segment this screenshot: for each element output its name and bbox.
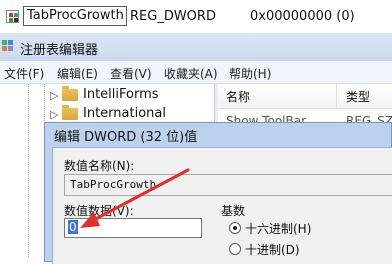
radio-unchecked-icon xyxy=(229,243,241,255)
reg-dword-icon xyxy=(6,10,19,23)
value-name-rename-field[interactable]: TabProcGrowth xyxy=(23,6,127,26)
selected-value-row[interactable]: TabProcGrowth REG_DWORD 0x00000000 (0) xyxy=(0,0,392,33)
column-header-type[interactable]: 类型 xyxy=(346,88,370,105)
expand-arrow-icon[interactable]: ▷ xyxy=(50,108,58,121)
dialog-title: 编辑 DWORD (32 位)值 xyxy=(54,130,198,145)
dialog-body: 数值名称(N): TabProcGrowth 数值数据(V): 0 基数 十六进… xyxy=(52,147,392,264)
value-data-label: 数值数据(V): xyxy=(64,204,134,218)
value-name-field: TabProcGrowth xyxy=(64,174,392,196)
selected-text: 0 xyxy=(68,220,78,234)
column-divider[interactable] xyxy=(336,84,337,108)
value-data-input[interactable]: 0 xyxy=(64,218,202,238)
title-bar[interactable]: 注册表编辑器 xyxy=(0,33,392,61)
value-data: 0x00000000 (0) xyxy=(250,9,355,24)
edit-dword-dialog: 编辑 DWORD (32 位)值 数值名称(N): TabProcGrowth … xyxy=(44,122,392,264)
expand-arrow-icon[interactable]: ▷ xyxy=(50,89,58,102)
menu-bar: 文件(F) 编辑(E) 查看(V) 收藏夹(A) 帮助(H) xyxy=(0,61,392,84)
tree-node-label: International xyxy=(83,106,166,121)
radio-label: 十六进制(H) xyxy=(245,222,312,236)
radio-label: 十进制(D) xyxy=(245,243,300,257)
folder-icon xyxy=(62,105,78,120)
menu-edit[interactable]: 编辑(E) xyxy=(57,65,98,82)
list-header: 名称 类型 xyxy=(218,84,392,109)
radio-decimal[interactable]: 十进制(D) xyxy=(229,241,379,257)
window-title: 注册表编辑器 xyxy=(20,43,99,58)
tree-node-label: IntelliForms xyxy=(83,87,159,102)
menu-file[interactable]: 文件(F) xyxy=(4,65,44,82)
menu-help[interactable]: 帮助(H) xyxy=(229,65,271,82)
radio-hexadecimal[interactable]: 十六进制(H) xyxy=(229,220,379,236)
tree-guide-line xyxy=(28,84,29,257)
menu-favorites[interactable]: 收藏夹(A) xyxy=(164,65,218,82)
base-group-label: 基数 xyxy=(221,204,246,218)
menu-view[interactable]: 查看(V) xyxy=(110,65,152,82)
value-type: REG_DWORD xyxy=(130,9,216,24)
value-name-label: 数值名称(N): xyxy=(64,159,135,173)
regedit-app-icon xyxy=(2,40,14,52)
radio-checked-icon xyxy=(229,222,241,234)
column-header-name[interactable]: 名称 xyxy=(226,88,250,105)
folder-icon xyxy=(62,86,78,101)
